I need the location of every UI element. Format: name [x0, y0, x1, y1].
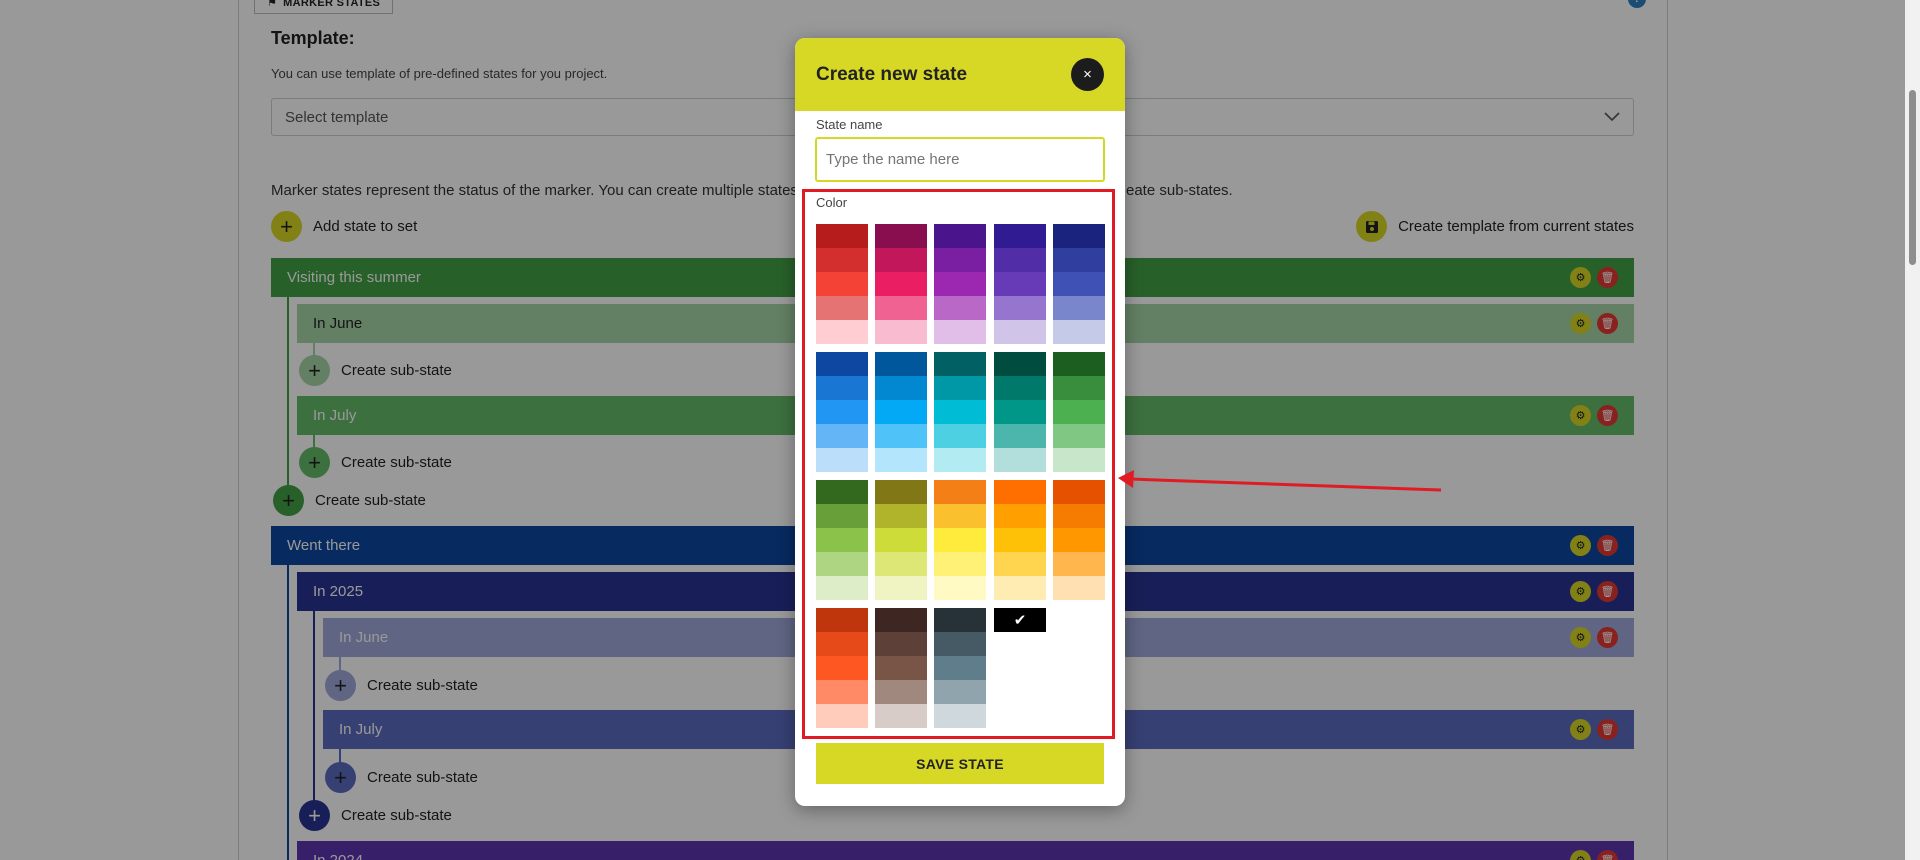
annotation-arrow — [1118, 470, 1442, 492]
